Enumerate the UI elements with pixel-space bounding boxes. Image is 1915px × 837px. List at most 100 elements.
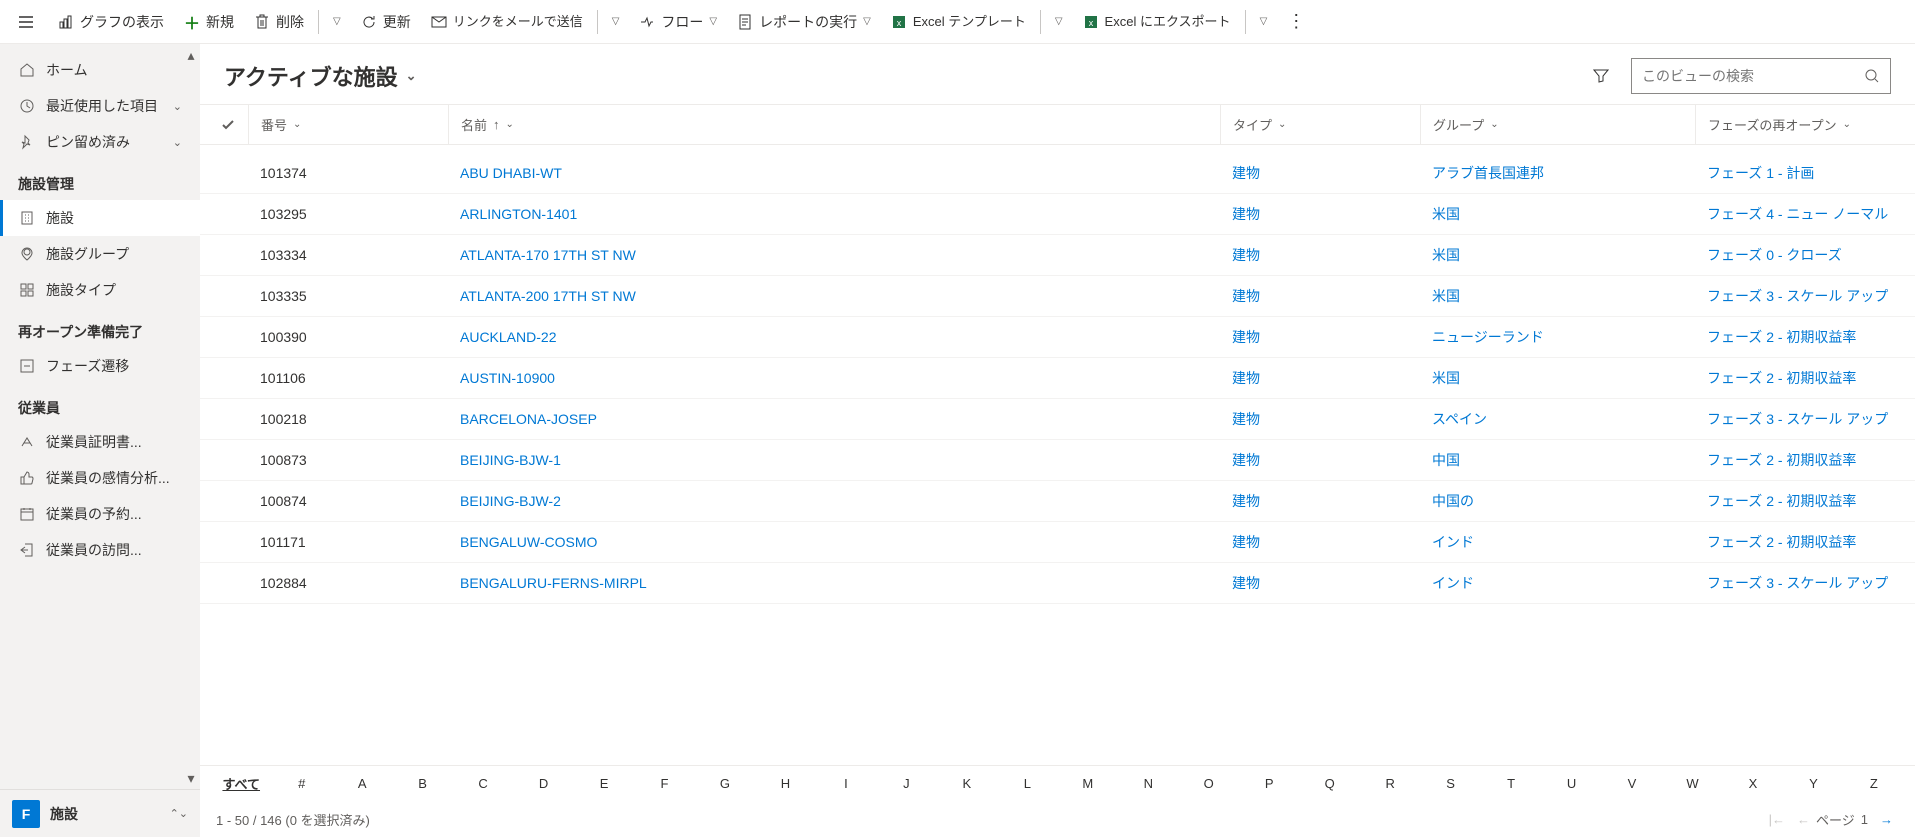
first-page-button[interactable]: |← <box>1763 812 1791 827</box>
sidebar-item-emp-visit[interactable]: 従業員の訪問... <box>0 532 200 568</box>
excel-template-dropdown[interactable]: ▽ <box>1045 4 1073 40</box>
alpha-Z[interactable]: Z <box>1845 776 1903 791</box>
cell-phase-link[interactable]: フェーズ 2 - 初期収益率 <box>1695 368 1915 388</box>
column-header-name[interactable]: 名前↑⌄ <box>448 105 1220 144</box>
cell-phase-link[interactable]: フェーズ 2 - 初期収益率 <box>1695 532 1915 552</box>
cell-type-link[interactable]: 建物 <box>1220 327 1420 347</box>
cell-phase-link[interactable]: フェーズ 0 - クローズ <box>1695 245 1915 265</box>
alpha-B[interactable]: B <box>393 776 451 791</box>
table-row[interactable]: 103295ARLINGTON-1401建物米国フェーズ 4 - ニュー ノーマ… <box>200 194 1915 235</box>
prev-page-button[interactable]: ← <box>1791 812 1816 827</box>
refresh-button[interactable]: 更新 <box>351 4 421 40</box>
email-link-button[interactable]: リンクをメールで送信 <box>421 4 593 40</box>
cell-type-link[interactable]: 建物 <box>1220 286 1420 306</box>
alpha-D[interactable]: D <box>514 776 572 791</box>
cell-name-link[interactable]: AUCKLAND-22 <box>448 329 1220 345</box>
cell-name-link[interactable]: ARLINGTON-1401 <box>448 206 1220 222</box>
alpha-U[interactable]: U <box>1542 776 1600 791</box>
alpha-G[interactable]: G <box>696 776 754 791</box>
cell-name-link[interactable]: AUSTIN-10900 <box>448 370 1220 386</box>
cell-group-link[interactable]: 中国の <box>1420 491 1695 511</box>
next-page-button[interactable]: → <box>1874 812 1899 827</box>
cell-type-link[interactable]: 建物 <box>1220 491 1420 511</box>
search-box[interactable] <box>1631 58 1891 94</box>
alpha-F[interactable]: F <box>635 776 693 791</box>
excel-export-button[interactable]: x Excel にエクスポート <box>1073 4 1241 40</box>
table-row[interactable]: 101171BENGALUW-COSMO建物インドフェーズ 2 - 初期収益率 <box>200 522 1915 563</box>
more-commands-button[interactable]: ⋮ <box>1277 4 1315 40</box>
cell-phase-link[interactable]: フェーズ 3 - スケール アップ <box>1695 286 1915 306</box>
sidebar-item-facility-type[interactable]: 施設タイプ <box>0 272 200 308</box>
cell-name-link[interactable]: BEIJING-BJW-2 <box>448 493 1220 509</box>
view-selector[interactable]: アクティブな施設 ⌄ <box>224 60 417 92</box>
sidebar-item-phase-transition[interactable]: フェーズ遷移 <box>0 348 200 384</box>
column-header-phase[interactable]: フェーズの再オープン⌄ <box>1695 105 1915 144</box>
column-header-group[interactable]: グループ⌄ <box>1420 105 1695 144</box>
sidebar-item-recent[interactable]: 最近使用した項目 ⌄ <box>0 88 200 124</box>
scroll-down-arrow[interactable]: ▾ <box>184 771 198 785</box>
show-chart-button[interactable]: グラフの表示 <box>48 4 174 40</box>
alpha-H[interactable]: H <box>756 776 814 791</box>
cell-type-link[interactable]: 建物 <box>1220 163 1420 183</box>
alpha-N[interactable]: N <box>1119 776 1177 791</box>
table-row[interactable]: 103335ATLANTA-200 17TH ST NW建物米国フェーズ 3 -… <box>200 276 1915 317</box>
search-input[interactable] <box>1642 68 1864 84</box>
sidebar-area-switcher[interactable]: F 施設 ⌃⌄ <box>0 789 200 837</box>
cell-name-link[interactable]: BEIJING-BJW-1 <box>448 452 1220 468</box>
sidebar-item-home[interactable]: ホーム <box>0 52 200 88</box>
cell-group-link[interactable]: インド <box>1420 532 1695 552</box>
alpha-A[interactable]: A <box>333 776 391 791</box>
table-row[interactable]: 100218BARCELONA-JOSEP建物スペインフェーズ 3 - スケール… <box>200 399 1915 440</box>
cell-phase-link[interactable]: フェーズ 4 - ニュー ノーマル <box>1695 204 1915 224</box>
cell-type-link[interactable]: 建物 <box>1220 204 1420 224</box>
cell-group-link[interactable]: インド <box>1420 573 1695 593</box>
cell-type-link[interactable]: 建物 <box>1220 368 1420 388</box>
hamburger-button[interactable] <box>8 4 44 40</box>
select-all-checkbox[interactable] <box>208 105 248 144</box>
filter-button[interactable] <box>1583 58 1619 94</box>
alpha-W[interactable]: W <box>1663 776 1721 791</box>
cell-phase-link[interactable]: フェーズ 2 - 初期収益率 <box>1695 491 1915 511</box>
cell-group-link[interactable]: 米国 <box>1420 368 1695 388</box>
alpha-R[interactable]: R <box>1361 776 1419 791</box>
alpha-K[interactable]: K <box>938 776 996 791</box>
excel-export-dropdown[interactable]: ▽ <box>1250 4 1278 40</box>
alpha-O[interactable]: O <box>1180 776 1238 791</box>
table-row[interactable]: 100874BEIJING-BJW-2建物中国のフェーズ 2 - 初期収益率 <box>200 481 1915 522</box>
sidebar-item-pinned[interactable]: ピン留め済み ⌄ <box>0 124 200 160</box>
cell-phase-link[interactable]: フェーズ 1 - 計画 <box>1695 163 1915 183</box>
cell-name-link[interactable]: ATLANTA-170 17TH ST NW <box>448 247 1220 263</box>
cell-name-link[interactable]: ABU DHABI-WT <box>448 165 1220 181</box>
alpha-E[interactable]: E <box>575 776 633 791</box>
cell-type-link[interactable]: 建物 <box>1220 573 1420 593</box>
alpha-M[interactable]: M <box>1059 776 1117 791</box>
sidebar-item-emp-booking[interactable]: 従業員の予約... <box>0 496 200 532</box>
cell-phase-link[interactable]: フェーズ 2 - 初期収益率 <box>1695 327 1915 347</box>
cell-type-link[interactable]: 建物 <box>1220 450 1420 470</box>
cell-group-link[interactable]: 中国 <box>1420 450 1695 470</box>
cell-name-link[interactable]: BENGALURU-FERNS-MIRPL <box>448 575 1220 591</box>
table-row[interactable]: 100873BEIJING-BJW-1建物中国フェーズ 2 - 初期収益率 <box>200 440 1915 481</box>
flow-button[interactable]: フロー ▽ <box>629 4 727 40</box>
delete-dropdown[interactable]: ▽ <box>323 4 351 40</box>
alpha-I[interactable]: I <box>817 776 875 791</box>
cell-phase-link[interactable]: フェーズ 3 - スケール アップ <box>1695 573 1915 593</box>
alpha-L[interactable]: L <box>998 776 1056 791</box>
new-button[interactable]: ＋ 新規 <box>174 4 244 40</box>
table-row[interactable]: 103334ATLANTA-170 17TH ST NW建物米国フェーズ 0 -… <box>200 235 1915 276</box>
scroll-up-arrow[interactable]: ▴ <box>184 48 198 62</box>
cell-type-link[interactable]: 建物 <box>1220 532 1420 552</box>
run-report-button[interactable]: レポートの実行 ▽ <box>727 4 881 40</box>
grid-body[interactable]: 101374ABU DHABI-WT建物アラブ首長国連邦フェーズ 1 - 計画1… <box>200 145 1915 765</box>
sidebar-item-facility-group[interactable]: 施設グループ <box>0 236 200 272</box>
alpha-hash[interactable]: # <box>272 776 330 791</box>
cell-name-link[interactable]: BARCELONA-JOSEP <box>448 411 1220 427</box>
cell-phase-link[interactable]: フェーズ 3 - スケール アップ <box>1695 409 1915 429</box>
table-row[interactable]: 101374ABU DHABI-WT建物アラブ首長国連邦フェーズ 1 - 計画 <box>200 153 1915 194</box>
cell-group-link[interactable]: ニュージーランド <box>1420 327 1695 347</box>
table-row[interactable]: 100390AUCKLAND-22建物ニュージーランドフェーズ 2 - 初期収益… <box>200 317 1915 358</box>
cell-type-link[interactable]: 建物 <box>1220 409 1420 429</box>
cell-group-link[interactable]: 米国 <box>1420 286 1695 306</box>
alpha-Y[interactable]: Y <box>1784 776 1842 791</box>
alpha-Q[interactable]: Q <box>1300 776 1358 791</box>
